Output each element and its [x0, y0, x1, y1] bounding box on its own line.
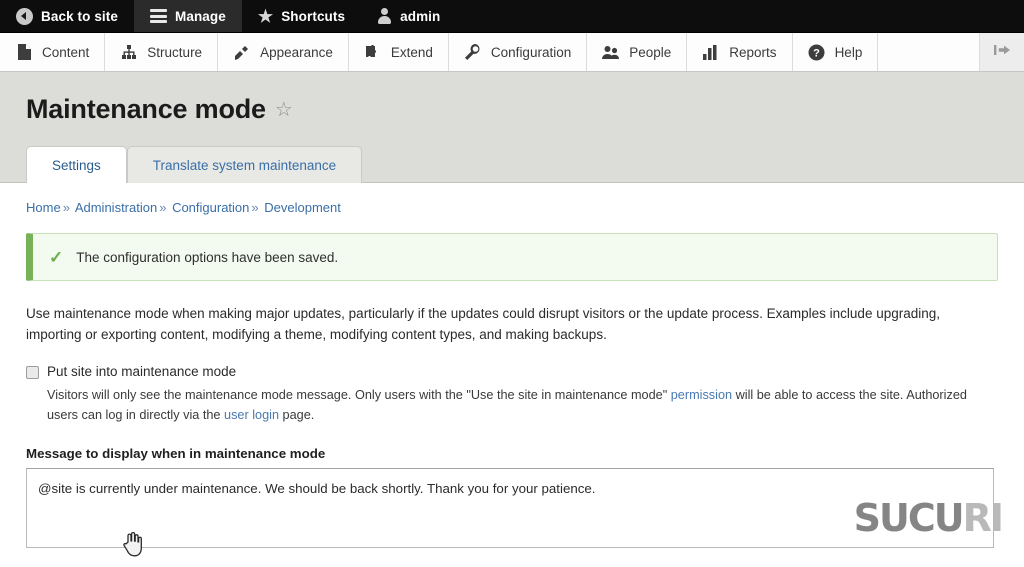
menu-item-reports[interactable]: Reports: [687, 33, 792, 71]
tab-settings[interactable]: Settings: [26, 146, 127, 183]
menu-item-content[interactable]: Content: [0, 33, 105, 71]
admin-tab-label: admin: [400, 9, 440, 24]
page-title: Maintenance mode: [26, 94, 266, 125]
sitemap-icon: [120, 43, 138, 61]
admin-tab-back-to-site[interactable]: Back to site: [0, 0, 134, 32]
breadcrumb-item-administration[interactable]: Administration: [75, 200, 157, 215]
maintenance-mode-checkbox-row: Put site into maintenance mode: [26, 364, 998, 379]
admin-tab-shortcuts[interactable]: ★ Shortcuts: [242, 0, 361, 32]
maintenance-mode-checkbox-label[interactable]: Put site into maintenance mode: [47, 364, 236, 379]
menu-item-help[interactable]: ? Help: [793, 33, 879, 71]
collapse-toolbar-icon: [992, 43, 1012, 62]
menu-item-configuration[interactable]: Configuration: [449, 33, 587, 71]
description-text-part1: Visitors will only see the maintenance m…: [47, 388, 671, 402]
breadcrumb-separator: »: [249, 200, 260, 215]
people-icon: [602, 43, 620, 61]
puzzle-piece-icon: [364, 43, 382, 61]
menu-item-appearance[interactable]: Appearance: [218, 33, 349, 71]
paintbrush-icon: [233, 43, 251, 61]
tab-translate-system-maintenance[interactable]: Translate system maintenance: [127, 146, 362, 183]
tab-label: Settings: [52, 158, 101, 173]
menu-item-label: Reports: [729, 45, 776, 60]
menu-item-people[interactable]: People: [587, 33, 687, 71]
breadcrumb-item-home[interactable]: Home: [26, 200, 61, 215]
message-field-label: Message to display when in maintenance m…: [26, 446, 998, 461]
wrench-icon: [464, 43, 482, 61]
admin-tab-manage[interactable]: Manage: [134, 0, 242, 32]
maintenance-mode-description: Visitors will only see the maintenance m…: [47, 385, 977, 426]
check-icon: ✓: [49, 249, 63, 266]
breadcrumb-separator: »: [61, 200, 72, 215]
breadcrumb-item-development[interactable]: Development: [264, 200, 341, 215]
menu-item-label: Help: [835, 45, 863, 60]
star-outline-icon[interactable]: ☆: [275, 100, 293, 120]
hamburger-icon: [150, 9, 167, 23]
menu-spacer: [878, 33, 980, 71]
menu-item-label: People: [629, 45, 671, 60]
admin-tab-label: Shortcuts: [281, 9, 345, 24]
menu-item-label: Extend: [391, 45, 433, 60]
breadcrumb-item-configuration[interactable]: Configuration: [172, 200, 249, 215]
admin-tab-label: Manage: [175, 9, 226, 24]
menu-item-label: Content: [42, 45, 89, 60]
menu-item-label: Configuration: [491, 45, 571, 60]
menu-item-structure[interactable]: Structure: [105, 33, 218, 71]
page-tabs: Settings Translate system maintenance: [0, 145, 1024, 182]
admin-toolbar: Back to site Manage ★ Shortcuts admin: [0, 0, 1024, 33]
bar-chart-icon: [702, 43, 720, 61]
admin-tab-user-admin[interactable]: admin: [361, 0, 456, 32]
status-message: ✓ The configuration options have been sa…: [26, 233, 998, 281]
page-title-row: Maintenance mode ☆: [0, 94, 1024, 125]
star-icon: ★: [258, 8, 273, 25]
svg-text:?: ?: [813, 47, 820, 59]
admin-tab-label: Back to site: [41, 9, 118, 24]
maintenance-message-textarea[interactable]: [26, 468, 994, 548]
back-circle-icon: [16, 8, 33, 25]
description-text-part3: page.: [279, 408, 314, 422]
tab-label: Translate system maintenance: [153, 158, 336, 173]
menu-item-label: Structure: [147, 45, 202, 60]
person-icon: [377, 8, 392, 24]
menu-item-label: Appearance: [260, 45, 333, 60]
menu-item-extend[interactable]: Extend: [349, 33, 449, 71]
admin-menu-bar: Content Structure Appearance Extend Conf…: [0, 33, 1024, 72]
document-icon: [15, 43, 33, 61]
page-header: Maintenance mode ☆ Settings Translate sy…: [0, 72, 1024, 183]
permission-link[interactable]: permission: [671, 388, 732, 402]
intro-paragraph: Use maintenance mode when making major u…: [26, 303, 991, 346]
breadcrumb-separator: »: [157, 200, 168, 215]
maintenance-mode-checkbox[interactable]: [26, 366, 39, 379]
status-message-text: The configuration options have been save…: [76, 250, 338, 265]
collapse-toolbar-button[interactable]: [980, 33, 1024, 71]
main-content: Home» Administration» Configuration» Dev…: [0, 183, 1024, 567]
breadcrumb: Home» Administration» Configuration» Dev…: [26, 183, 998, 221]
user-login-link[interactable]: user login: [224, 408, 279, 422]
question-circle-icon: ?: [808, 43, 826, 61]
